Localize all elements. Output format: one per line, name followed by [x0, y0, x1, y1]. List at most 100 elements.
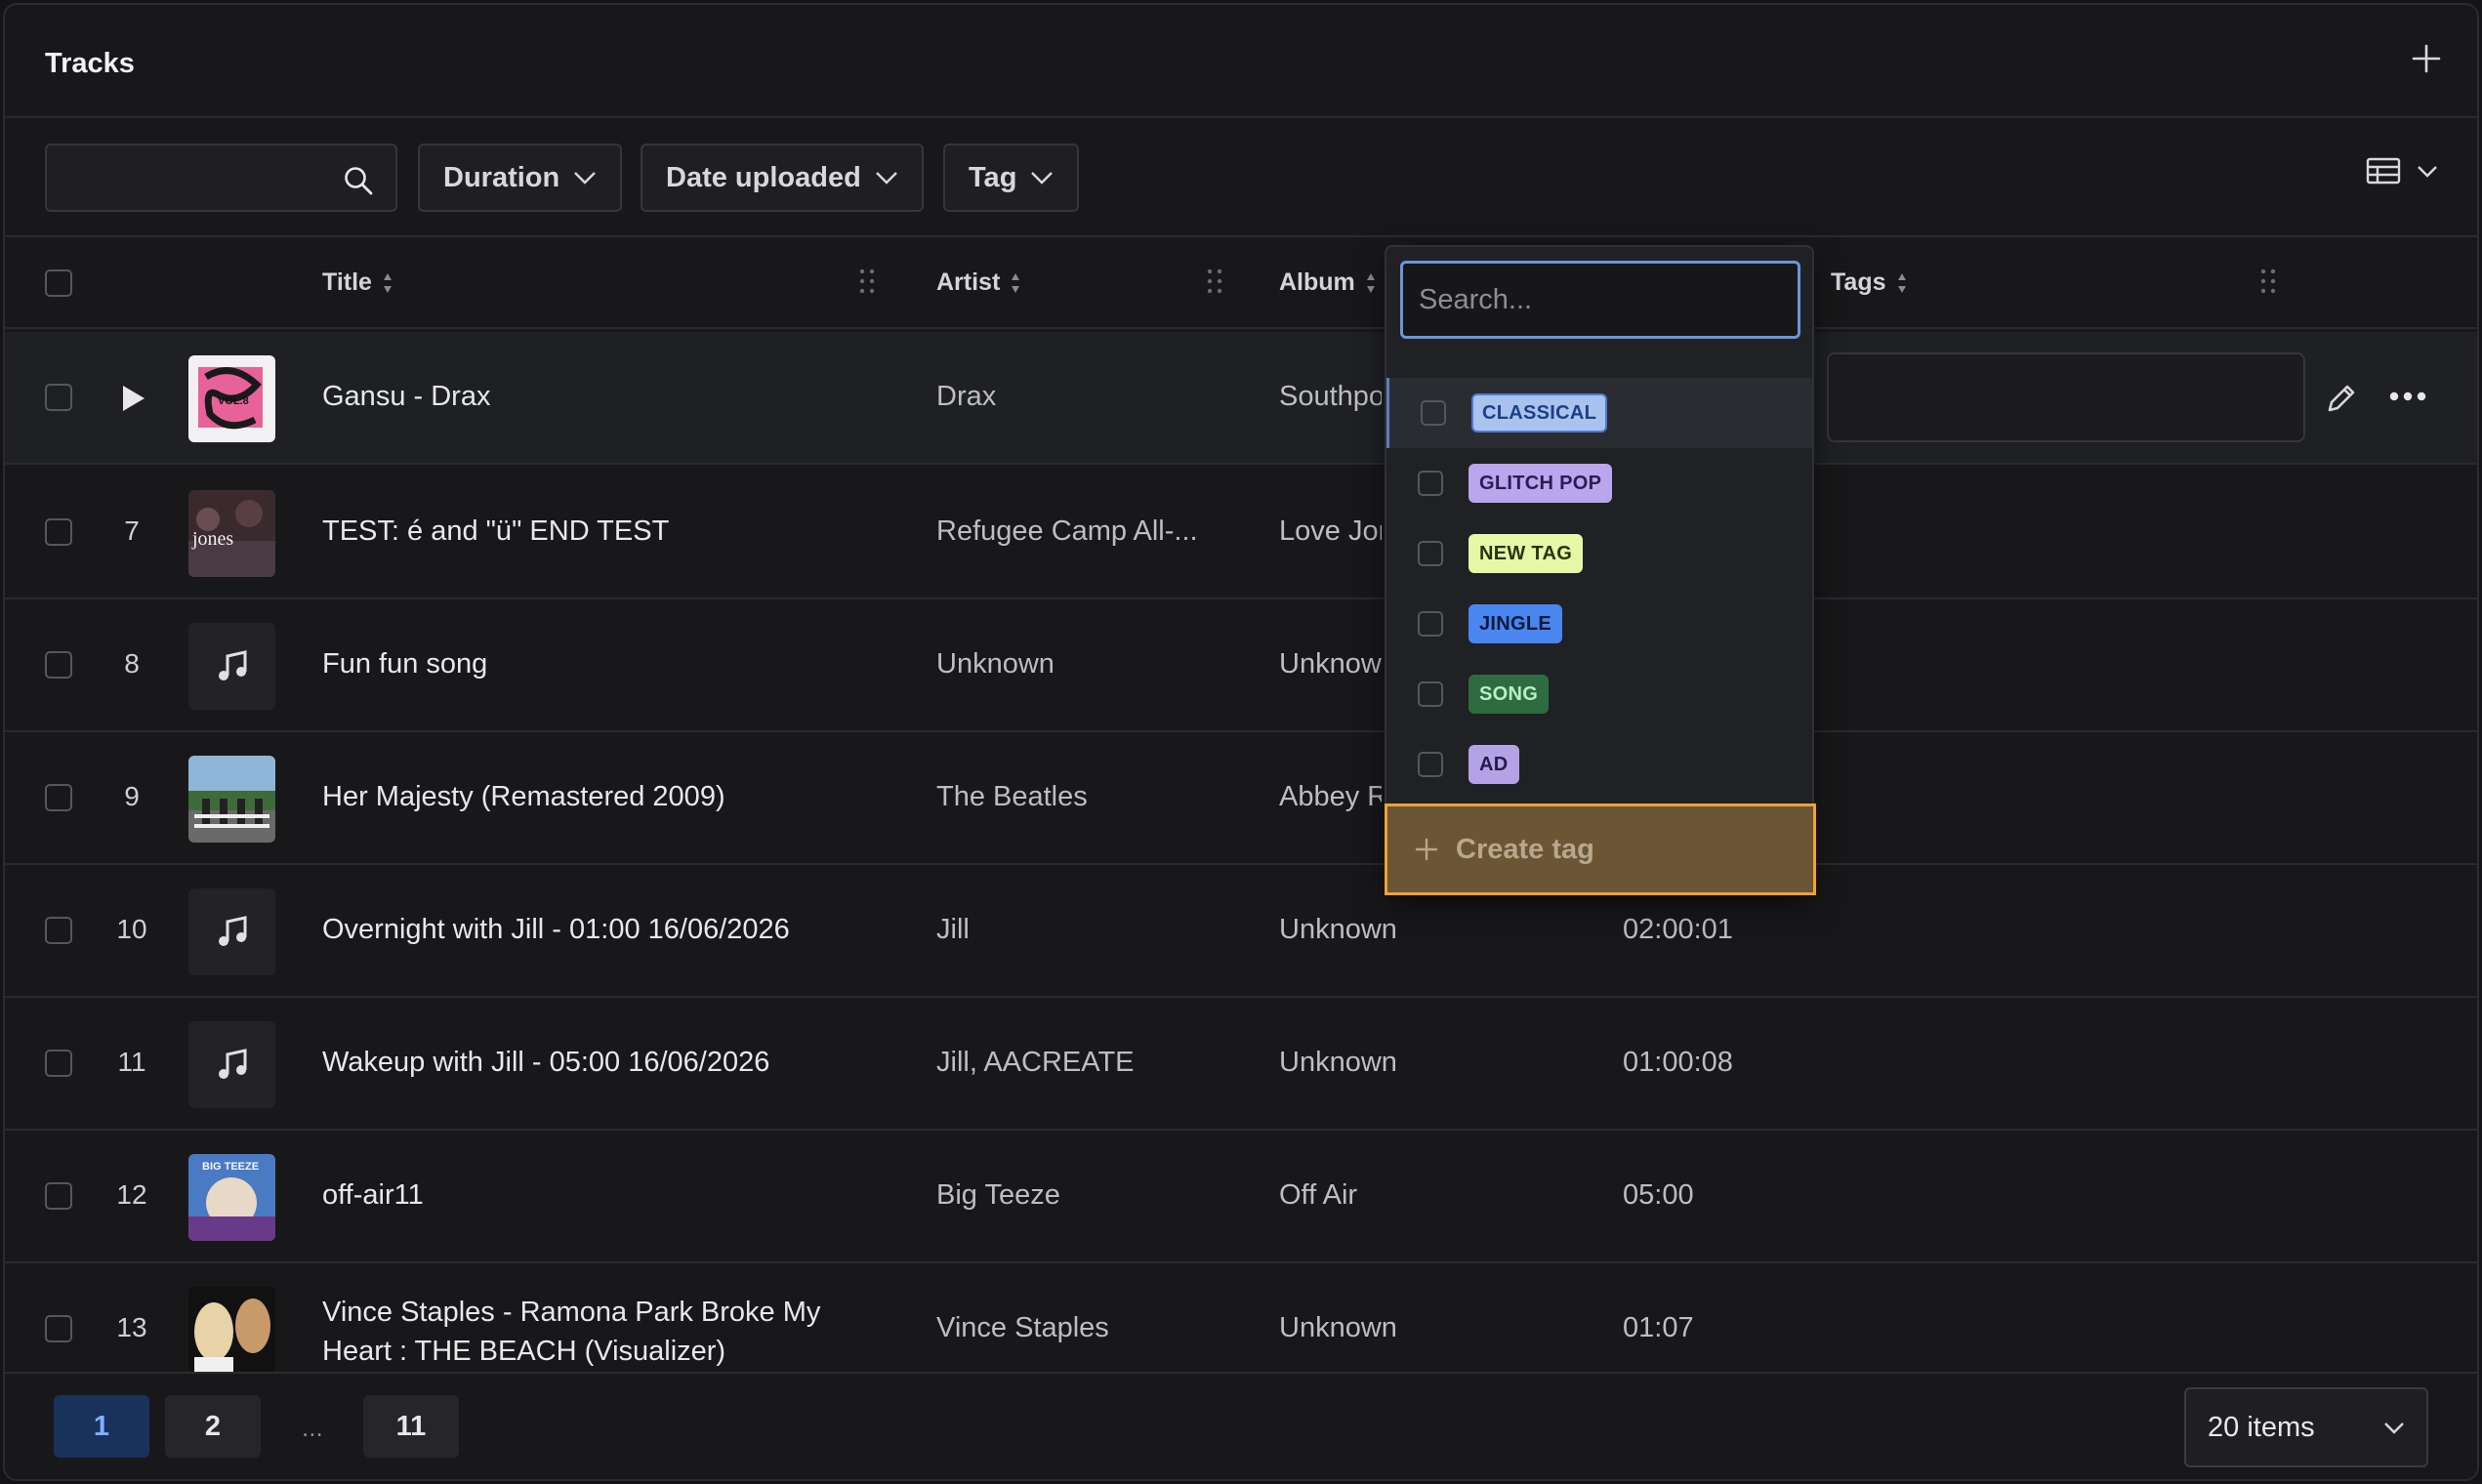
album-artwork [188, 1287, 275, 1374]
create-tag-button[interactable]: Create tag [1385, 804, 1816, 895]
table-row[interactable]: 7 jones TEST: é and "ü" END TEST Refugee… [5, 467, 2477, 599]
tag-option-classical[interactable]: CLASSICAL [1386, 378, 1812, 448]
tag-checkbox[interactable] [1418, 611, 1443, 637]
track-search-input[interactable] [47, 145, 340, 210]
tag-dropdown-menu: CLASSICAL GLITCH POP NEW TAG JINGLE SONG… [1385, 245, 1816, 895]
tag-search-input[interactable] [1403, 264, 1798, 336]
track-duration: 05:00 [1623, 1179, 1694, 1211]
table-row[interactable]: VOL.8 Gansu - Drax Drax Southpo [5, 332, 2477, 465]
sort-icon [1012, 272, 1020, 293]
tag-checkbox[interactable] [1418, 541, 1443, 566]
tag-checkbox[interactable] [1418, 471, 1443, 496]
track-artist: Jill, AACREATE [936, 1047, 1135, 1078]
play-icon[interactable] [119, 384, 146, 413]
tag-checkbox[interactable] [1421, 400, 1446, 426]
tag-checkbox[interactable] [1418, 752, 1443, 777]
row-checkbox[interactable] [45, 1182, 72, 1210]
table-view-icon [2366, 157, 2401, 185]
svg-text:jones: jones [191, 528, 233, 550]
tag-option-new-tag[interactable]: NEW TAG [1386, 518, 1812, 589]
chevron-down-icon [875, 172, 897, 185]
track-artist: Jill [936, 914, 970, 945]
tag-filter-label: Tag [969, 161, 1017, 193]
track-artist: Big Teeze [936, 1179, 1060, 1211]
track-album: Love Jon [1279, 515, 1382, 547]
column-title[interactable]: Title [322, 268, 393, 297]
tag-option-glitch-pop[interactable]: GLITCH POP [1386, 448, 1812, 518]
column-resize-handle-icon[interactable] [857, 267, 877, 296]
column-resize-handle-icon[interactable] [1205, 267, 1224, 296]
track-duration: 01:00:08 [1623, 1047, 1733, 1078]
row-checkbox[interactable] [45, 784, 72, 811]
row-checkbox[interactable] [45, 384, 72, 411]
add-track-button[interactable] [2410, 42, 2443, 75]
track-artist: Drax [936, 381, 997, 412]
track-title: Wakeup with Jill - 05:00 16/06/2026 [322, 1047, 770, 1078]
column-tags[interactable]: Tags [1831, 268, 1908, 297]
duration-filter-label: Duration [443, 161, 560, 193]
chevron-down-icon [574, 172, 597, 185]
track-title: Overnight with Jill - 01:00 16/06/2026 [322, 914, 790, 945]
track-title: Fun fun song [322, 648, 488, 680]
table-view-toggle[interactable] [2366, 157, 2438, 185]
table-row[interactable]: 10 Overnight with Jill - 01:00 16/06/202… [5, 865, 2477, 998]
more-options-icon[interactable] [2388, 391, 2427, 402]
music-note-icon [218, 649, 246, 680]
search-icon[interactable] [343, 165, 374, 196]
tag-option-song[interactable]: SONG [1386, 659, 1812, 729]
svg-text:BIG TEEZE: BIG TEEZE [202, 1161, 259, 1173]
row-checkbox[interactable] [45, 518, 72, 546]
track-artist: The Beatles [936, 781, 1088, 812]
table-row[interactable]: 9 Her Majesty (Remastered 2009) The Beat… [5, 732, 2477, 865]
row-checkbox[interactable] [45, 1315, 72, 1342]
page-button-11[interactable]: 11 [363, 1395, 459, 1458]
chevron-down-icon [2384, 1422, 2404, 1434]
column-resize-handle-icon[interactable] [2258, 267, 2278, 296]
select-all-checkbox[interactable] [45, 269, 72, 297]
track-number: 8 [124, 648, 140, 679]
duration-filter-button[interactable]: Duration [418, 144, 623, 212]
date-uploaded-filter-button[interactable]: Date uploaded [641, 144, 924, 212]
items-per-page-select[interactable]: 20 items [2184, 1387, 2428, 1467]
column-tags-label: Tags [1831, 268, 1886, 296]
row-checkbox[interactable] [45, 917, 72, 944]
panel-header: Tracks [5, 5, 2477, 118]
row-checkbox[interactable] [45, 1050, 72, 1077]
page-button-2[interactable]: 2 [165, 1395, 261, 1458]
plus-icon [1415, 838, 1438, 861]
track-number: 11 [117, 1047, 146, 1077]
tag-option-ad[interactable]: AD [1386, 729, 1812, 800]
track-album: Southpo [1279, 381, 1382, 412]
row-tags-field[interactable] [1827, 352, 2305, 442]
create-tag-label: Create tag [1456, 833, 1594, 865]
date-uploaded-filter-label: Date uploaded [666, 161, 861, 193]
album-cover-image: VOL.8 [188, 355, 275, 442]
sort-icon [1366, 272, 1375, 293]
column-artist-label: Artist [936, 268, 1001, 296]
album-cover-image [188, 756, 275, 843]
album-artwork [188, 756, 275, 843]
tag-filter-button[interactable]: Tag [943, 144, 1080, 212]
track-artist: Refugee Camp All-... [936, 515, 1198, 547]
page-title: Tracks [45, 48, 135, 79]
tag-badge: NEW TAG [1469, 534, 1584, 573]
chevron-down-icon [1031, 172, 1054, 185]
track-search-box [45, 144, 397, 212]
page-ellipsis: ... [302, 1413, 323, 1442]
album-artwork [188, 623, 275, 710]
track-album: Unknown [1279, 1312, 1397, 1343]
edit-pencil-icon[interactable] [2324, 381, 2359, 416]
tag-checkbox[interactable] [1418, 681, 1443, 707]
column-album-label: Album [1279, 268, 1355, 296]
column-album[interactable]: Album [1279, 268, 1377, 297]
table-row[interactable]: 11 Wakeup with Jill - 05:00 16/06/2026 J… [5, 998, 2477, 1131]
track-album: Unknow [1279, 648, 1382, 680]
svg-text:VOL.8: VOL.8 [218, 395, 249, 407]
page-button-1[interactable]: 1 [54, 1395, 149, 1458]
table-row[interactable]: 8 Fun fun song Unknown Unknow [5, 599, 2477, 732]
row-checkbox[interactable] [45, 651, 72, 679]
table-row[interactable]: 12 BIG TEEZE off-air11 Big Teeze Off Air… [5, 1131, 2477, 1263]
tag-option-jingle[interactable]: JINGLE [1386, 589, 1812, 659]
column-artist[interactable]: Artist [936, 268, 1021, 297]
pagination-bar: 1 2 ... 11 20 items [5, 1372, 2477, 1479]
